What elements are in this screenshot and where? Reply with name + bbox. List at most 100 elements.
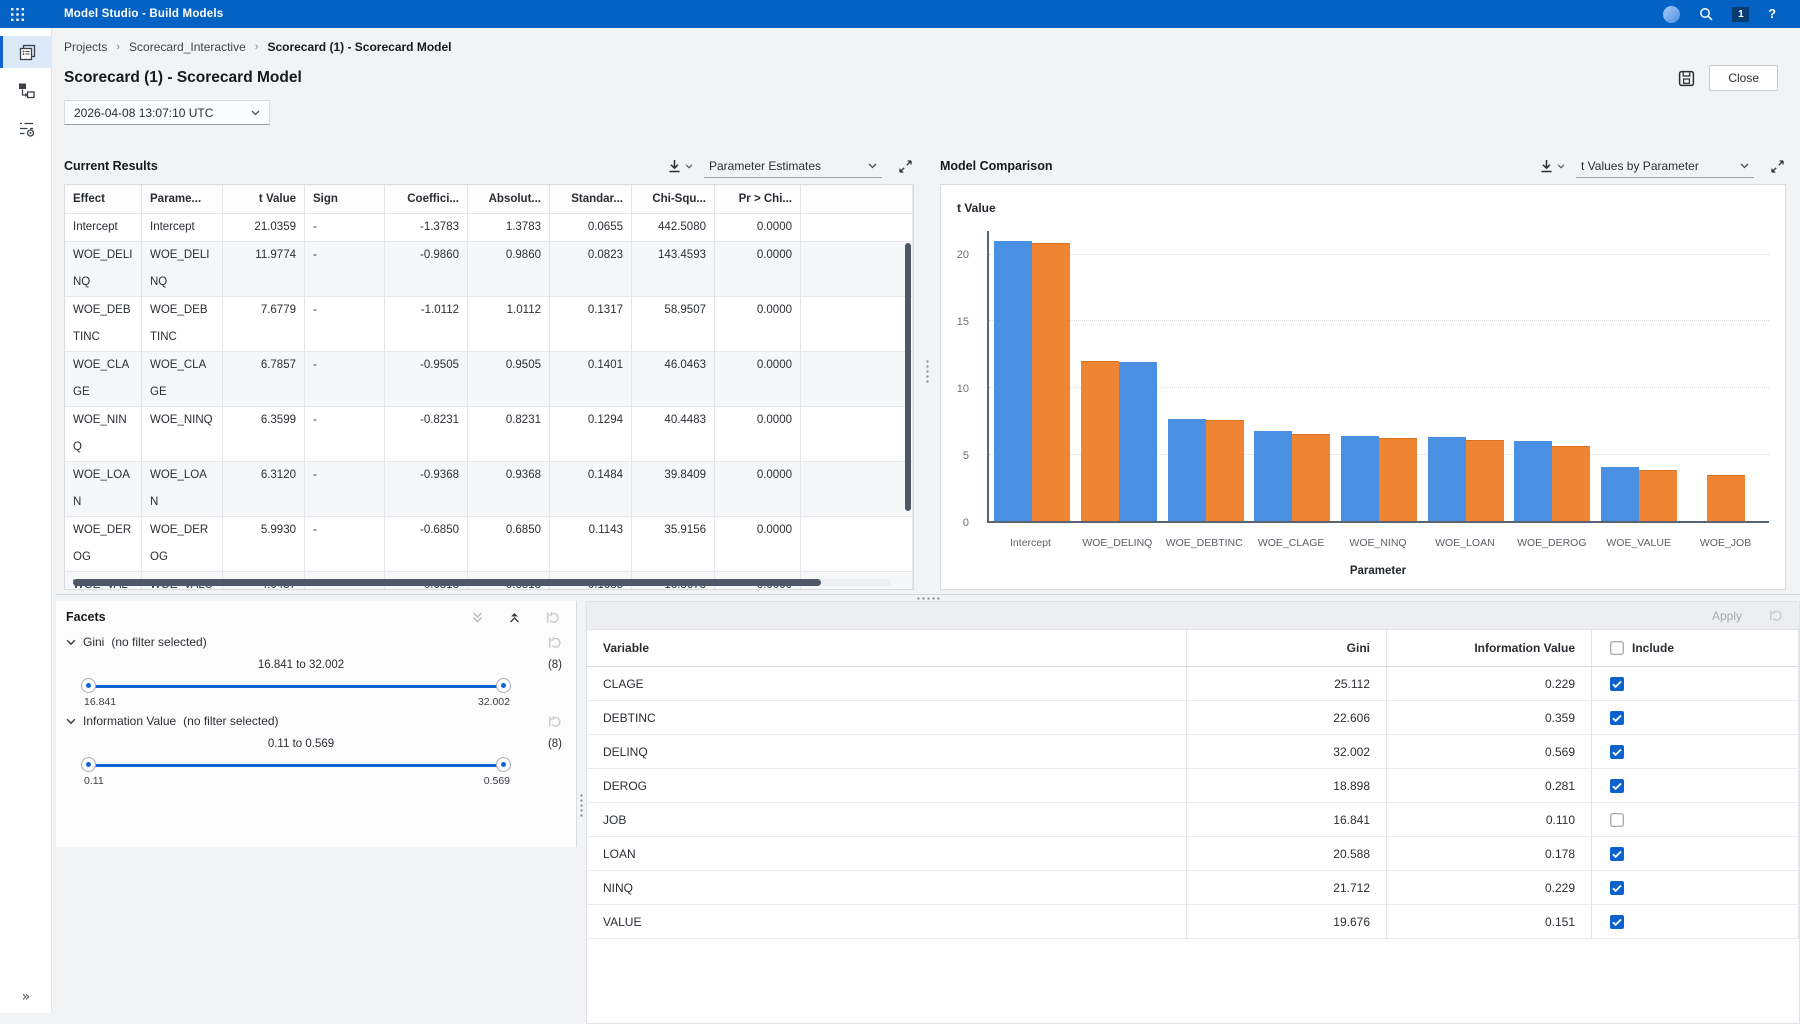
include-checkbox[interactable] [1610,847,1624,861]
reset-facets-icon[interactable] [545,610,560,625]
include-checkbox[interactable] [1610,745,1624,759]
facet-label: Gini [83,635,104,649]
bar-WOE_LOAN-comparison-model[interactable] [1466,440,1504,521]
bar-WOE_DEBTINC-current-model[interactable] [1168,419,1206,521]
main-area: Projects › Scorecard_Interactive › Score… [52,28,1800,1013]
sidebar-item-data[interactable] [0,36,52,68]
download-icon[interactable] [1538,157,1567,175]
variable-row[interactable]: LOAN20.5880.178 [587,837,1799,871]
vertical-scrollbar[interactable] [905,243,911,511]
bar-WOE_NINQ-current-model[interactable] [1341,436,1379,521]
include-checkbox[interactable] [1610,711,1624,725]
reset-variables-icon[interactable] [1768,608,1783,623]
table-row[interactable]: InterceptIntercept21.0359--1.37831.37830… [65,214,913,242]
facet-item: Gini(no filter selected)(8)16.841 to 32.… [56,633,576,712]
bar-WOE_DEROG-comparison-model[interactable] [1552,446,1590,521]
variable-row[interactable]: DEROG18.8980.281 [587,769,1799,803]
variable-row[interactable]: VALUE19.6760.151 [587,905,1799,939]
variable-name-cell: DEBTINC [587,701,1187,735]
bar-group [1422,231,1509,521]
facet-range-slider[interactable] [88,757,504,773]
facet-range-slider[interactable] [88,678,504,694]
results-view-dropdown[interactable]: Parameter Estimates [704,154,882,178]
variable-row[interactable]: DELINQ32.0020.569 [587,735,1799,769]
include-cell [1592,769,1799,803]
current-results-panel: Current Results Parameter Estimates [56,150,922,592]
download-icon[interactable] [666,157,695,175]
chart-y-ticks: 05101520 [941,231,981,523]
collapse-all-facets-icon[interactable] [508,611,521,624]
bar-WOE_LOAN-current-model[interactable] [1428,437,1466,521]
slider-handle-max[interactable] [496,678,511,693]
bar-WOE_NINQ-comparison-model[interactable] [1379,438,1417,521]
reset-facet-icon[interactable] [547,714,562,729]
search-icon[interactable] [1699,7,1713,21]
app-launcher-icon[interactable] [0,0,34,28]
chevron-down-icon[interactable] [66,718,76,725]
snapshot-icon[interactable] [1676,68,1697,89]
sidebar-item-settings[interactable] [0,112,52,144]
panel-splitter-horizontal[interactable] [56,594,1800,601]
table-row[interactable]: WOE_DEROGWOE_DEROG5.9930--0.68500.68500.… [65,517,913,572]
breadcrumb-project[interactable]: Scorecard_Interactive [129,40,246,54]
expand-all-facets-icon[interactable] [471,611,484,624]
breadcrumb-current: Scorecard (1) - Scorecard Model [267,40,451,54]
panel-splitter-vertical[interactable] [922,150,932,592]
slider-handle-min[interactable] [81,757,96,772]
include-all-checkbox[interactable] [1610,641,1624,655]
chevron-down-icon [1740,163,1749,169]
table-row[interactable]: WOE_CLAGEWOE_CLAGE6.7857--0.95050.95050.… [65,352,913,407]
include-checkbox[interactable] [1610,677,1624,691]
help-icon[interactable]: ? [1768,7,1776,21]
variables-table-header: Variable Gini Information Value Include [587,630,1799,667]
table-row[interactable]: WOE_DEBTINCWOE_DEBTINC7.6779--1.01121.01… [65,297,913,352]
apply-button[interactable]: Apply [1712,609,1742,623]
table-row[interactable]: WOE_LOANWOE_LOAN6.3120--0.93680.93680.14… [65,462,913,517]
maximize-icon[interactable] [1771,160,1784,173]
variable-name-cell: CLAGE [587,667,1187,701]
variable-row[interactable]: JOB16.8410.110 [587,803,1799,837]
bar-WOE_VALUE-comparison-model[interactable] [1639,470,1677,521]
variable-row[interactable]: CLAGE25.1120.229 [587,667,1799,701]
breadcrumb-separator: › [255,41,259,53]
table-cell: 1.3783 [468,214,550,242]
include-checkbox[interactable] [1610,813,1624,827]
include-checkbox[interactable] [1610,881,1624,895]
slider-handle-min[interactable] [81,678,96,693]
bar-WOE_JOB-comparison-model[interactable] [1707,475,1745,521]
expand-rail-button[interactable]: » [0,989,52,1005]
breadcrumb-projects[interactable]: Projects [64,40,107,54]
snapshot-timestamp-dropdown[interactable]: 2026-04-08 13:07:10 UTC [64,100,270,125]
table-row[interactable]: WOE_DELINQWOE_DELINQ11.9774--0.98600.986… [65,242,913,297]
maximize-icon[interactable] [899,160,912,173]
comparison-view-dropdown[interactable]: t Values by Parameter [1576,154,1754,178]
bar-Intercept-comparison-model[interactable] [1032,243,1070,521]
notification-badge[interactable]: 1 [1732,7,1749,22]
include-checkbox[interactable] [1610,779,1624,793]
bottom-splitter-vertical[interactable] [577,601,586,1013]
chevron-down-icon[interactable] [66,639,76,646]
bar-WOE_VALUE-current-model[interactable] [1601,467,1639,521]
reset-facet-icon[interactable] [547,635,562,650]
table-cell: -0.9860 [385,242,468,297]
bar-WOE_DELINQ-comparison-model[interactable] [1081,361,1119,521]
table-row[interactable]: WOE_NINQWOE_NINQ6.3599--0.82310.82310.12… [65,407,913,462]
brand-logo-icon[interactable] [1663,6,1680,23]
bar-WOE_DEROG-current-model[interactable] [1514,441,1552,521]
bar-WOE_DELINQ-current-model[interactable] [1119,362,1157,521]
bar-WOE_CLAGE-current-model[interactable] [1254,431,1292,521]
horizontal-scrollbar[interactable] [73,579,821,586]
sidebar-item-pipeline[interactable] [0,74,52,106]
include-checkbox[interactable] [1610,915,1624,929]
bar-WOE_DEBTINC-comparison-model[interactable] [1206,420,1244,521]
variable-row[interactable]: DEBTINC22.6060.359 [587,701,1799,735]
model-comparison-panel: Model Comparison t Values by Parameter [932,150,1794,592]
facet-range-label: 0.11 to 0.569 [86,738,516,750]
variable-row[interactable]: NINQ21.7120.229 [587,871,1799,905]
table-cell: WOE_LOAN [142,462,223,517]
slider-handle-max[interactable] [496,757,511,772]
bar-Intercept-current-model[interactable] [994,241,1032,521]
close-button[interactable]: Close [1709,65,1778,91]
bar-WOE_CLAGE-comparison-model[interactable] [1292,434,1330,521]
category-label: WOE_DEROG [1508,537,1595,549]
